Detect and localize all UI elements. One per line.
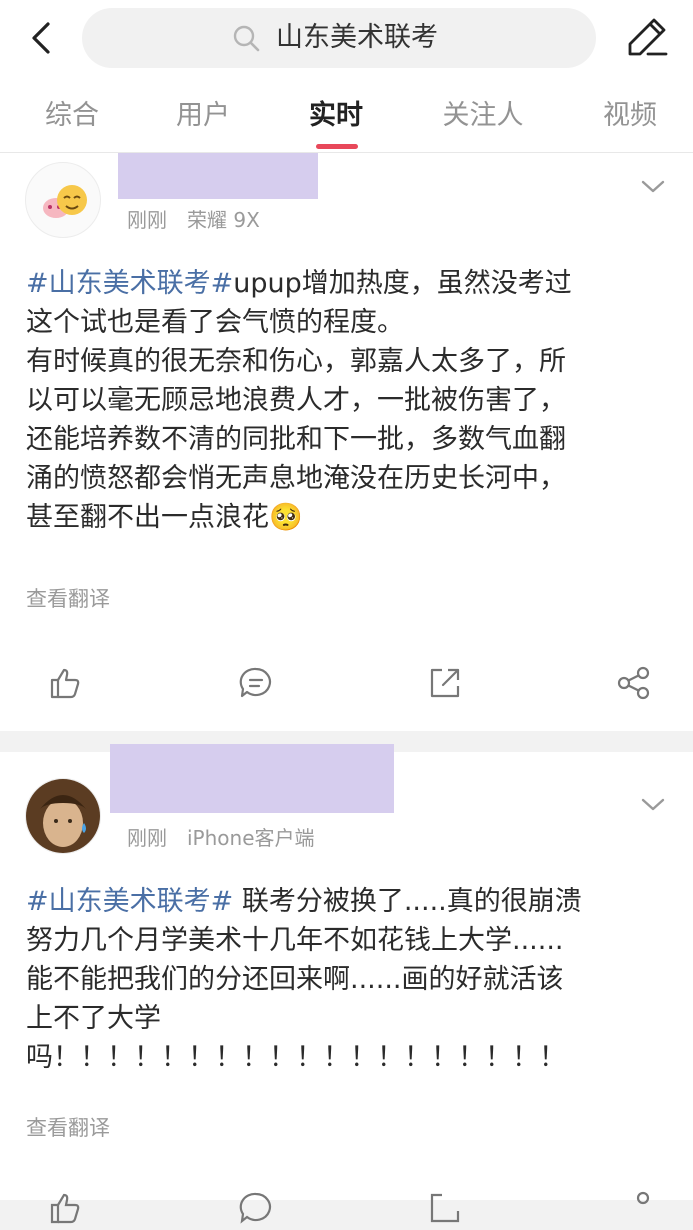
post-line: 这个试也是看了会气愤的程度。 bbox=[26, 307, 404, 338]
user-photo-image bbox=[26, 779, 100, 853]
active-tab-indicator bbox=[316, 144, 358, 149]
post-line: 涌的愤怒都会悄无声息地淹没在历史长河中， bbox=[26, 463, 566, 494]
tab-bar: 综合 用户 实时 关注人 视频 bbox=[0, 80, 693, 153]
pleading-face-emoji: 🥺 bbox=[269, 502, 303, 533]
top-bar: 山东美术联考 bbox=[0, 0, 693, 80]
post-actions bbox=[0, 1190, 693, 1230]
username-redacted[interactable] bbox=[118, 153, 318, 199]
post-line: #山东美术联考# 联考分被换了.....真的很崩溃 bbox=[26, 886, 582, 917]
tab-users[interactable]: 用户 bbox=[167, 80, 239, 152]
comment-icon[interactable] bbox=[238, 665, 274, 701]
post-line: 努力几个月学美术十几年不如花钱上大学...... bbox=[26, 925, 564, 956]
like-icon[interactable] bbox=[48, 1190, 84, 1226]
chevron-down-icon[interactable] bbox=[638, 795, 668, 815]
emoji-avatar-image bbox=[43, 185, 87, 218]
post-line: #山东美术联考#upup增加热度，虽然没考过 bbox=[26, 268, 572, 299]
chevron-down-icon[interactable] bbox=[638, 177, 668, 197]
hashtag-link[interactable]: #山东美术联考# bbox=[26, 268, 233, 299]
repost-icon[interactable] bbox=[426, 1190, 462, 1226]
search-icon bbox=[233, 25, 260, 52]
post-meta: 刚刚 荣耀 9X bbox=[127, 204, 260, 233]
search-bar[interactable]: 山东美术联考 bbox=[82, 8, 596, 68]
post-line: 吗！！！！！！！！！！！！！！！！！！！ bbox=[26, 1042, 566, 1073]
tab-following[interactable]: 关注人 bbox=[437, 80, 529, 152]
post-card[interactable]: 刚刚 荣耀 9X #山东美术联考#upup增加热度，虽然没考过 这个试也是看了会气… bbox=[0, 153, 693, 731]
post-line: 上不了大学 bbox=[26, 1003, 161, 1034]
post-source: iPhone客户端 bbox=[187, 826, 315, 850]
repost-icon[interactable] bbox=[426, 665, 462, 701]
avatar[interactable] bbox=[25, 778, 101, 854]
post-line: 甚至翻不出一点浪花🥺 bbox=[26, 502, 303, 533]
post-line: 还能培养数不清的同批和下一批，多数气血翻 bbox=[26, 424, 566, 455]
post-time: 刚刚 bbox=[127, 208, 167, 232]
tab-comprehensive[interactable]: 综合 bbox=[36, 80, 108, 152]
post-meta: 刚刚 iPhone客户端 bbox=[127, 822, 315, 851]
post-time: 刚刚 bbox=[127, 826, 167, 850]
avatar[interactable] bbox=[25, 162, 101, 238]
post-actions bbox=[0, 665, 693, 705]
post-source: 荣耀 9X bbox=[187, 208, 260, 232]
post-card[interactable]: 刚刚 iPhone客户端 #山东美术联考# 联考分被换了.....真的很崩溃 努力… bbox=[0, 744, 693, 1224]
hashtag-link[interactable]: #山东美术联考# bbox=[26, 886, 233, 917]
view-translation-link[interactable]: 查看翻译 bbox=[26, 583, 110, 613]
comment-icon[interactable] bbox=[238, 1190, 274, 1226]
chevron-left-icon bbox=[32, 22, 50, 54]
back-button[interactable] bbox=[22, 18, 62, 58]
tab-video[interactable]: 视频 bbox=[594, 80, 666, 152]
search-query[interactable]: 山东美术联考 bbox=[276, 8, 438, 68]
tab-realtime[interactable]: 实时 bbox=[300, 80, 372, 152]
pencil-icon bbox=[628, 18, 668, 56]
like-icon[interactable] bbox=[48, 665, 84, 701]
view-translation-link[interactable]: 查看翻译 bbox=[26, 1112, 110, 1142]
post-body: #山东美术联考#upup增加热度，虽然没考过 这个试也是看了会气愤的程度。 有时… bbox=[26, 264, 676, 537]
share-icon[interactable] bbox=[616, 1190, 652, 1226]
username-redacted[interactable] bbox=[110, 744, 394, 813]
post-line: 以可以毫无顾忌地浪费人才，一批被伤害了， bbox=[26, 385, 566, 416]
post-line: 能不能把我们的分还回来啊......画的好就活该 bbox=[26, 964, 564, 995]
post-body: #山东美术联考# 联考分被换了.....真的很崩溃 努力几个月学美术十几年不如花… bbox=[26, 882, 676, 1077]
post-line: 有时候真的很无奈和伤心，郭嘉人太多了，所 bbox=[26, 346, 566, 377]
edit-button[interactable] bbox=[624, 14, 670, 60]
share-icon[interactable] bbox=[616, 665, 652, 701]
